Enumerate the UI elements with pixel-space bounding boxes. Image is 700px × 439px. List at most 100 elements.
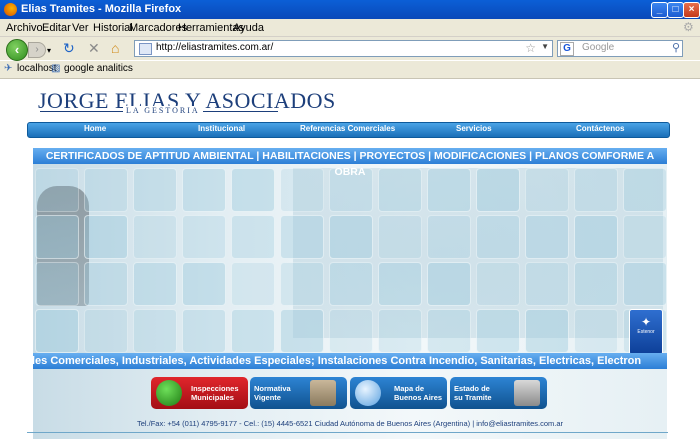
nav-institucional[interactable]: Institucional	[198, 124, 245, 133]
banner-tile	[133, 215, 177, 259]
history-dropdown-icon[interactable]: ▾	[47, 44, 51, 58]
banner-tile	[280, 262, 324, 306]
banner-title: CERTIFICADOS DE APTITUD AMBIENTAL | HABI…	[33, 148, 667, 178]
banner-tile	[476, 168, 520, 212]
footer-contact: Tel./Fax: +54 (011) 4795-9177 - Cel.: (1…	[136, 419, 564, 428]
web-page: JORGE ELIAS Y ASOCIADOS LA GESTORIA Home…	[0, 79, 700, 439]
estado-line2: su Tramite	[454, 393, 492, 402]
menu-bar: Archivo Editar Ver Historial Marcadores …	[0, 19, 700, 37]
maximize-button[interactable]: □	[667, 2, 684, 18]
analytics-bookmark-icon: ▨	[51, 63, 61, 74]
mapa-line1: Mapa de	[394, 384, 425, 393]
banner-tile	[280, 168, 324, 212]
inspecciones-municipales-button[interactable]: Inspecciones Municipales	[151, 377, 248, 409]
menu-editar[interactable]: Editar	[42, 22, 71, 34]
banner-tile	[231, 215, 275, 259]
address-bar[interactable]: http://eliastramites.com.ar/ ☆ ▼	[134, 40, 553, 57]
banner-tile	[623, 215, 667, 259]
menu-historial[interactable]: Historial	[93, 22, 133, 34]
window-titlebar: Elias Tramites - Mozilla Firefox _ □ ×	[0, 0, 700, 19]
estado-tramite-button[interactable]: Estado de su Tramite	[450, 377, 547, 409]
books-icon	[310, 380, 336, 406]
banner-tile	[133, 262, 177, 306]
site-favicon-icon	[139, 43, 152, 55]
search-icon[interactable]: ⚲	[672, 41, 680, 54]
menu-ayuda[interactable]: Ayuda	[233, 22, 264, 34]
nav-referencias-comerciales[interactable]: Referencias Comerciales	[300, 124, 395, 133]
banner-tile	[427, 215, 471, 259]
banner-tile	[182, 309, 226, 353]
banner-tile	[35, 262, 79, 306]
banner-tile	[182, 262, 226, 306]
throbber-icon: ⚙	[683, 20, 694, 34]
mapa-buenos-aires-button[interactable]: Mapa de Buenos Aires	[350, 377, 447, 409]
normativa-line1: Normativa	[254, 384, 291, 393]
banner-tile	[623, 262, 667, 306]
bookmark-star-icon[interactable]: ☆	[525, 41, 536, 55]
url-dropdown-icon[interactable]: ▼	[541, 42, 549, 51]
banner-tile	[476, 215, 520, 259]
banner-tile	[35, 215, 79, 259]
reload-icon[interactable]: ↻	[63, 41, 75, 55]
nav-contactenos[interactable]: Contáctenos	[576, 124, 624, 133]
nav-home[interactable]: Home	[84, 124, 106, 133]
normativa-line2: Vigente	[254, 393, 281, 402]
search-input[interactable]: G Google ⚲	[557, 40, 683, 57]
banner-tile	[231, 262, 275, 306]
site-navigation: Home Institucional Referencias Comercial…	[27, 122, 670, 138]
banner-tile	[427, 309, 471, 353]
banner-tile	[525, 309, 569, 353]
mapa-line2: Buenos Aires	[394, 393, 443, 402]
banner-tile	[329, 262, 373, 306]
navigation-toolbar: ‹ › ▾ ↻ ✕ ⌂ http://eliastramites.com.ar/…	[0, 37, 700, 61]
banner-tile	[84, 262, 128, 306]
banner-tile	[574, 309, 618, 353]
banner-tile	[378, 168, 422, 212]
banner-tile	[378, 309, 422, 353]
banner-tile	[35, 309, 79, 353]
ticker-text: les Comerciales, Industriales, Actividad…	[33, 355, 642, 367]
google-engine-icon[interactable]: G	[560, 42, 574, 56]
banner-tile	[525, 262, 569, 306]
banner-tile	[476, 309, 520, 353]
banner-tile	[133, 309, 177, 353]
menu-archivo[interactable]: Archivo	[6, 22, 43, 34]
inspecciones-line2: Municipales	[191, 393, 234, 402]
footer-divider	[27, 432, 668, 433]
logo-subtitle: LA GESTORIA	[123, 106, 203, 115]
banner-tile	[574, 262, 618, 306]
banner-tile	[231, 309, 275, 353]
banner-tile	[84, 309, 128, 353]
star-icon: ✦	[640, 315, 652, 329]
banner-tile	[182, 215, 226, 259]
banner-tile	[378, 262, 422, 306]
banner-tile	[525, 215, 569, 259]
services-ticker: les Comerciales, Industriales, Actividad…	[33, 353, 667, 369]
close-button[interactable]: ×	[683, 2, 700, 18]
forward-icon[interactable]: ›	[28, 42, 46, 58]
estenor-badge[interactable]: ✦ Estenor	[629, 309, 663, 355]
map-icon	[355, 380, 381, 406]
banner-tile	[623, 168, 667, 212]
estado-line1: Estado de	[454, 384, 490, 393]
bookmark-google-analitics[interactable]: google analitics	[64, 63, 133, 74]
search-placeholder: Google	[582, 42, 615, 53]
banner-tile	[476, 262, 520, 306]
banner-tile	[84, 215, 128, 259]
window-title: Elias Tramites - Mozilla Firefox	[21, 3, 182, 15]
badge-label: Estenor	[637, 329, 655, 335]
home-icon[interactable]: ⌂	[111, 41, 119, 55]
banner-tile	[329, 215, 373, 259]
back-icon[interactable]: ‹	[6, 39, 28, 61]
menu-ver[interactable]: Ver	[72, 22, 89, 34]
url-text: http://eliastramites.com.ar/	[156, 42, 274, 53]
banner-tile	[280, 215, 324, 259]
minimize-button[interactable]: _	[651, 2, 668, 18]
stop-icon[interactable]: ✕	[88, 41, 100, 55]
banner-tile	[427, 262, 471, 306]
normativa-vigente-button[interactable]: Normativa Vigente	[250, 377, 347, 409]
banner-tile	[427, 168, 471, 212]
banner-tile	[133, 168, 177, 212]
nav-servicios[interactable]: Servicios	[456, 124, 492, 133]
banner-tile	[35, 168, 79, 212]
